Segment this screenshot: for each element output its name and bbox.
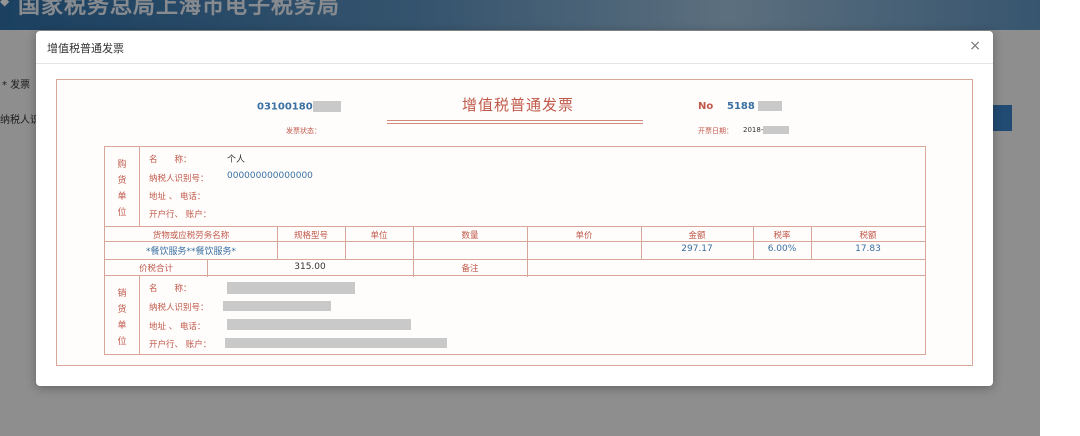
modal-title: 增值税普通发票 [47, 42, 124, 55]
item-tax: 17.83 [855, 244, 881, 254]
side-char: 位 [117, 208, 127, 218]
buyer-address-label: 地址 、 电话： [149, 192, 206, 202]
invoice-date-value: 2018- [743, 126, 764, 134]
buyer-side-label: 购 货 单 位 [105, 147, 140, 226]
seller-taxid-label: 纳税人识别号： [149, 303, 209, 313]
side-char: 货 [117, 176, 127, 186]
invoice-modal: 增值税普通发票 × 03100180 增值税普通发票 No 5188 发票状态：… [36, 31, 993, 386]
item-rate: 6.00% [767, 244, 797, 254]
buyer-taxid-label: 纳税人识别号： [149, 174, 209, 184]
col-header-spec: 规格型号 [293, 231, 328, 241]
col-header-amount: 金额 [688, 231, 706, 241]
title-underline [387, 120, 643, 121]
close-icon[interactable]: × [969, 38, 981, 54]
total-label: 价税合计 [138, 264, 173, 274]
background-margin [1040, 0, 1080, 436]
remark-label: 备注 [461, 264, 479, 274]
modal-divider [36, 63, 993, 64]
redacted-block [763, 126, 790, 134]
redacted-block [758, 101, 783, 111]
invoice-code-value: 03100180 [257, 101, 313, 113]
side-char: 单 [117, 321, 127, 331]
col-header-unit: 单位 [370, 231, 388, 241]
redacted-block [223, 301, 331, 311]
side-char: 位 [117, 337, 127, 347]
invoice-date-label: 开票日期： [698, 127, 733, 135]
row-divider [105, 241, 925, 242]
redacted-block [227, 282, 355, 294]
redacted-block [312, 101, 341, 112]
invoice-status-label: 发票状态： [286, 127, 321, 135]
side-char: 销 [117, 289, 127, 299]
redacted-block [227, 319, 411, 330]
invoice-sheet: 03100180 增值税普通发票 No 5188 发票状态： 开票日期： 201… [56, 79, 973, 366]
seller-bank-label: 开户行、 账户： [149, 340, 212, 350]
col-header-rate: 税率 [773, 231, 791, 241]
total-value: 315.00 [294, 262, 326, 272]
invoice-number-value: 5188 [727, 101, 755, 112]
invoice-code: 03100180 [257, 101, 341, 113]
col-header-goods: 货物或应税劳务名称 [152, 231, 230, 241]
seller-name-label: 名 称： [149, 284, 192, 294]
col-header-qty: 数量 [461, 231, 479, 241]
buyer-bank-label: 开户行、 账户： [149, 210, 212, 220]
col-header-tax: 税额 [859, 231, 877, 241]
buyer-section: 购 货 单 位 名 称： 个人 纳税人识别号： 000000000000000 … [104, 146, 926, 227]
buyer-name-label: 名 称： [149, 155, 192, 165]
buyer-taxid-value: 000000000000000 [227, 171, 313, 181]
seller-section: 销 货 单 位 名 称： 纳税人识别号： 地址 、 电话： 开户行、 账户： [104, 275, 926, 355]
seller-side-label: 销 货 单 位 [105, 276, 140, 354]
invoice-date: 2018- [743, 126, 790, 134]
seller-address-label: 地址 、 电话： [149, 322, 206, 332]
invoice-number: 5188 [727, 101, 783, 112]
side-char: 购 [117, 160, 127, 170]
item-name: *餐饮服务**餐饮服务* [145, 247, 236, 257]
item-amount: 297.17 [681, 244, 713, 254]
col-header-price: 单价 [575, 231, 593, 241]
buyer-name-value: 个人 [227, 155, 246, 165]
side-char: 单 [117, 192, 127, 202]
redacted-block [225, 338, 447, 348]
invoice-no-label: No [698, 101, 714, 112]
side-char: 货 [117, 305, 127, 315]
row-divider [105, 259, 925, 260]
invoice-title: 增值税普通发票 [462, 96, 575, 114]
title-underline [387, 123, 643, 124]
items-table: 货物或应税劳务名称 规格型号 单位 数量 单价 金额 税率 税额 *餐饮服务**… [104, 226, 926, 277]
